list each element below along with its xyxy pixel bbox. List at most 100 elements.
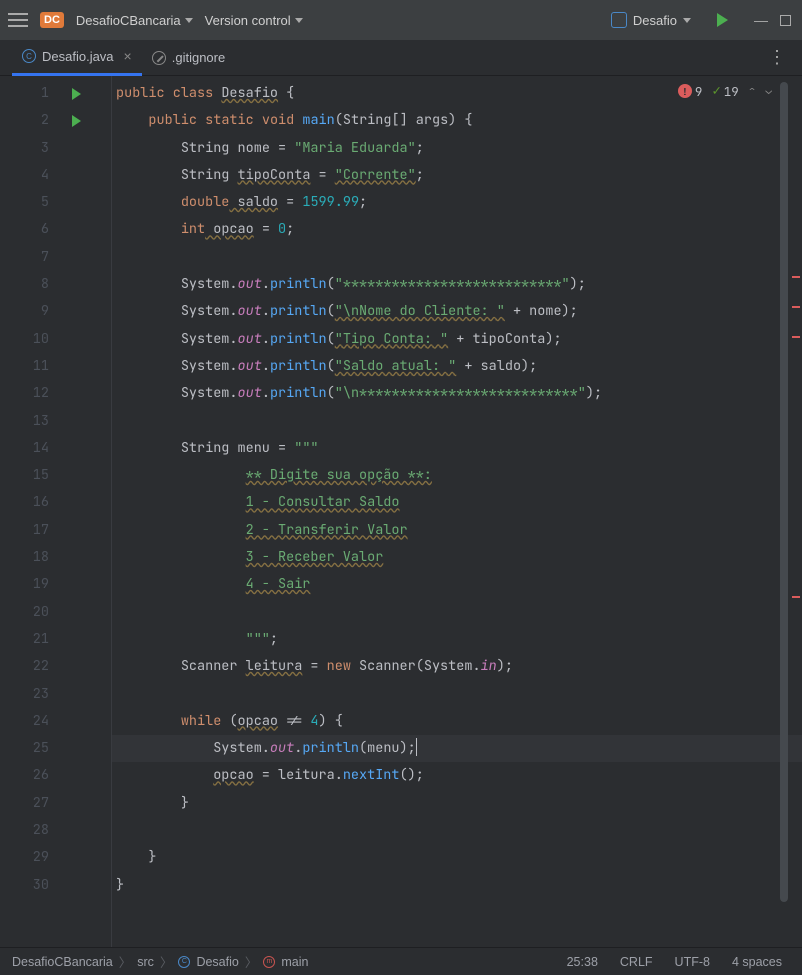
breadcrumb-separator: 〉 xyxy=(119,952,132,971)
line-number[interactable]: 16 xyxy=(0,489,59,516)
code-line[interactable] xyxy=(112,681,802,708)
warning-count: 19 xyxy=(724,83,739,100)
line-number[interactable]: 12 xyxy=(0,380,59,407)
error-marker[interactable] xyxy=(792,306,800,308)
code-line[interactable]: System.out.println("********************… xyxy=(112,271,802,298)
code-line[interactable]: 4 - Sair xyxy=(112,571,802,598)
code-line[interactable] xyxy=(112,817,802,844)
minimize-button[interactable]: — xyxy=(754,12,768,28)
breadcrumb-class[interactable]: Desafio xyxy=(196,955,238,969)
line-number[interactable]: 8 xyxy=(0,271,59,298)
breadcrumb-method[interactable]: main xyxy=(281,955,308,969)
code-line[interactable]: } xyxy=(112,844,802,871)
code-line[interactable]: String nome = "Maria Eduarda"; xyxy=(112,135,802,162)
line-number[interactable]: 7 xyxy=(0,244,59,271)
breadcrumb-separator: 〉 xyxy=(160,952,173,971)
code-line[interactable] xyxy=(112,244,802,271)
code-line[interactable] xyxy=(112,599,802,626)
code-area[interactable]: !9 ✓19 ⌃ ⌄ public class Desafio { public… xyxy=(112,76,802,947)
line-number[interactable]: 27 xyxy=(0,790,59,817)
line-number[interactable]: 21 xyxy=(0,626,59,653)
breadcrumb-project[interactable]: DesafioCBancaria xyxy=(12,955,113,969)
tab-more-button[interactable]: ⋮ xyxy=(752,47,802,68)
line-number[interactable]: 10 xyxy=(0,326,59,353)
run-line-button[interactable] xyxy=(60,107,92,134)
caret-position[interactable]: 25:38 xyxy=(559,955,606,969)
line-number[interactable]: 1 xyxy=(0,80,59,107)
code-line[interactable]: public static void main(String[] args) { xyxy=(112,107,802,134)
indent-setting[interactable]: 4 spaces xyxy=(724,955,790,969)
line-number[interactable]: 29 xyxy=(0,844,59,871)
line-number[interactable]: 14 xyxy=(0,435,59,462)
code-line[interactable]: System.out.println("\n******************… xyxy=(112,380,802,407)
error-marker[interactable] xyxy=(792,336,800,338)
code-line[interactable]: System.out.println("\nNome do Cliente: "… xyxy=(112,298,802,325)
code-line[interactable] xyxy=(112,408,802,435)
line-number[interactable]: 18 xyxy=(0,544,59,571)
maximize-button[interactable] xyxy=(780,15,794,26)
line-number[interactable]: 19 xyxy=(0,571,59,598)
line-number[interactable]: 25 xyxy=(0,735,59,762)
inspection-widget[interactable]: !9 ✓19 ⌃ ⌄ xyxy=(678,82,772,100)
gitignore-icon xyxy=(152,51,166,65)
close-tab-button[interactable]: × xyxy=(124,48,132,64)
code-line[interactable]: } xyxy=(112,790,802,817)
code-line[interactable]: opcao = leitura.nextInt(); xyxy=(112,762,802,789)
next-highlight-button[interactable]: ⌄ xyxy=(765,84,772,98)
run-config-dropdown[interactable]: Desafio xyxy=(611,12,691,28)
main-menu-icon[interactable] xyxy=(8,13,28,27)
encoding[interactable]: UTF-8 xyxy=(667,955,718,969)
vcs-dropdown[interactable]: Version control xyxy=(205,13,303,28)
code-line[interactable]: String menu = """ xyxy=(112,435,802,462)
code-line[interactable]: """; xyxy=(112,626,802,653)
line-separator[interactable]: CRLF xyxy=(612,955,661,969)
chevron-down-icon xyxy=(683,18,691,23)
error-marker[interactable] xyxy=(792,276,800,278)
code-line-active[interactable]: System.out.println(menu); xyxy=(112,735,802,762)
line-number[interactable]: 11 xyxy=(0,353,59,380)
line-number[interactable]: 22 xyxy=(0,653,59,680)
line-number[interactable]: 2 xyxy=(0,107,59,134)
vertical-scrollbar[interactable] xyxy=(780,82,788,902)
code-line[interactable]: int opcao = 0; xyxy=(112,216,802,243)
line-number[interactable]: 30 xyxy=(0,872,59,899)
code-line[interactable]: System.out.println("Saldo atual: " + sal… xyxy=(112,353,802,380)
line-number[interactable]: 26 xyxy=(0,762,59,789)
code-line[interactable]: ** Digite sua opção **: xyxy=(112,462,802,489)
tab-gitignore[interactable]: .gitignore xyxy=(142,40,235,76)
line-number[interactable]: 3 xyxy=(0,135,59,162)
tab-label: .gitignore xyxy=(172,50,225,65)
line-number[interactable]: 13 xyxy=(0,408,59,435)
code-line[interactable]: String tipoConta = "Corrente"; xyxy=(112,162,802,189)
code-line[interactable]: 2 - Transferir Valor xyxy=(112,517,802,544)
warning-badge[interactable]: ✓19 xyxy=(712,82,738,100)
code-line[interactable]: 3 - Receber Valor xyxy=(112,544,802,571)
line-number[interactable]: 20 xyxy=(0,599,59,626)
error-marker[interactable] xyxy=(792,596,800,598)
error-stripe[interactable] xyxy=(790,76,802,947)
code-line[interactable]: Scanner leitura = new Scanner(System.in)… xyxy=(112,653,802,680)
line-number[interactable]: 5 xyxy=(0,189,59,216)
line-number[interactable]: 6 xyxy=(0,216,59,243)
line-number[interactable]: 17 xyxy=(0,517,59,544)
breadcrumb-separator: 〉 xyxy=(245,952,258,971)
run-line-button[interactable] xyxy=(60,80,92,107)
line-number[interactable]: 24 xyxy=(0,708,59,735)
prev-highlight-button[interactable]: ⌃ xyxy=(749,84,756,98)
breadcrumb-src[interactable]: src xyxy=(137,955,154,969)
chevron-down-icon xyxy=(295,18,303,23)
line-number[interactable]: 28 xyxy=(0,817,59,844)
code-line[interactable]: 1 - Consultar Saldo xyxy=(112,489,802,516)
line-number[interactable]: 23 xyxy=(0,681,59,708)
project-dropdown[interactable]: DesafioCBancaria xyxy=(76,13,193,28)
run-button[interactable] xyxy=(717,13,728,27)
line-number[interactable]: 9 xyxy=(0,298,59,325)
code-line[interactable]: } xyxy=(112,872,802,899)
code-line[interactable]: double saldo = 1599.99; xyxy=(112,189,802,216)
line-number[interactable]: 4 xyxy=(0,162,59,189)
code-line[interactable]: System.out.println("Tipo Conta: " + tipo… xyxy=(112,326,802,353)
code-line[interactable]: while (opcao != 4) { xyxy=(112,708,802,735)
tab-desafio-java[interactable]: C Desafio.java × xyxy=(12,40,142,76)
error-badge[interactable]: !9 xyxy=(678,83,703,100)
line-number[interactable]: 15 xyxy=(0,462,59,489)
